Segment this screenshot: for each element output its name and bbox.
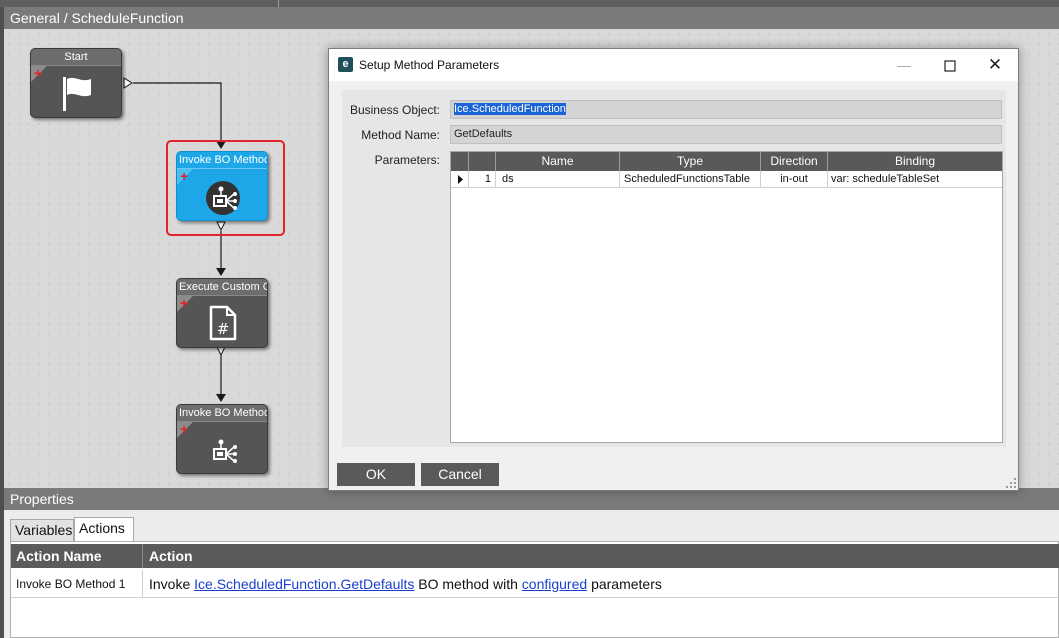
row-selector-header xyxy=(451,152,469,171)
param-binding-cell[interactable]: var: scheduleTableSet xyxy=(828,171,1002,188)
execute-custom-code-node[interactable]: Execute Custom Co + # xyxy=(176,278,268,348)
param-name-cell[interactable]: ds xyxy=(496,171,620,188)
custom-code-icon: # xyxy=(209,305,237,341)
ok-button[interactable]: OK xyxy=(337,463,415,486)
cancel-button[interactable]: Cancel xyxy=(421,463,499,486)
row-number-header xyxy=(469,152,496,171)
action-cell: Invoke Ice.ScheduledFunction.GetDefaults… xyxy=(143,570,1059,598)
row-pointer-icon[interactable] xyxy=(451,171,469,188)
dialog-body: Business Object: Ice.ScheduledFunction M… xyxy=(342,90,1006,447)
svg-text:#: # xyxy=(217,320,230,338)
node-title: Start xyxy=(31,49,121,66)
node-title: Invoke BO Method xyxy=(177,405,267,422)
business-object-field[interactable]: Ice.ScheduledFunction xyxy=(450,100,1002,119)
actions-grid-header: Action Name Action xyxy=(11,544,1059,568)
app-logo-icon: e xyxy=(338,57,353,72)
business-object-value: Ice.ScheduledFunction xyxy=(454,103,566,115)
row-number: 1 xyxy=(469,171,496,188)
parameters-grid-header: Name Type Direction Binding xyxy=(451,152,1002,171)
param-type-cell[interactable]: ScheduledFunctionsTable xyxy=(620,171,761,188)
flag-icon xyxy=(63,77,91,111)
param-direction-cell[interactable]: in-out xyxy=(761,171,828,188)
invoke-bo-method-node[interactable]: Invoke BO Method + xyxy=(176,404,268,474)
resize-grip-icon[interactable] xyxy=(1006,478,1016,488)
breadcrumb: General / ScheduleFunction xyxy=(4,7,1059,29)
method-name-label: Method Name: xyxy=(361,128,440,142)
node-title: Execute Custom Co xyxy=(177,279,267,296)
method-name-field[interactable]: GetDefaults xyxy=(450,125,1002,144)
invoke-bo-method-icon xyxy=(213,439,237,463)
dialog-titlebar[interactable]: e Setup Method Parameters — ✕ xyxy=(329,49,1018,81)
parameters-grid[interactable]: Name Type Direction Binding 1 ds Schedul… xyxy=(450,151,1003,443)
column-header-type[interactable]: Type xyxy=(620,152,761,171)
setup-method-parameters-dialog: e Setup Method Parameters — ✕ Business O… xyxy=(328,48,1019,491)
column-header-name[interactable]: Name xyxy=(496,152,620,171)
business-object-label: Business Object: xyxy=(349,103,440,117)
plus-icon[interactable]: + xyxy=(180,422,188,436)
actions-grid: Action Name Action Invoke BO Method 1 In… xyxy=(10,541,1059,638)
properties-panel: Variables Actions Action Name Action Inv… xyxy=(4,510,1059,638)
tab-actions[interactable]: Actions xyxy=(74,517,134,541)
close-icon[interactable]: ✕ xyxy=(972,49,1018,81)
column-header-action[interactable]: Action xyxy=(143,544,1059,568)
column-header-binding[interactable]: Binding xyxy=(828,152,1002,171)
dialog-title: Setup Method Parameters xyxy=(359,58,500,72)
properties-header: Properties xyxy=(4,488,1059,510)
action-mid: BO method with xyxy=(418,576,518,592)
table-row[interactable]: Invoke BO Method 1 Invoke Ice.ScheduledF… xyxy=(11,570,1059,598)
table-row[interactable]: 1 ds ScheduledFunctionsTable in-out var:… xyxy=(451,171,1002,188)
plus-icon[interactable]: + xyxy=(34,66,42,80)
action-suffix: parameters xyxy=(591,576,662,592)
strip-divider xyxy=(278,0,279,7)
action-name-cell: Invoke BO Method 1 xyxy=(11,570,143,598)
start-node[interactable]: Start + xyxy=(30,48,122,118)
column-header-direction[interactable]: Direction xyxy=(761,152,828,171)
plus-icon[interactable]: + xyxy=(180,296,188,310)
tab-variables[interactable]: Variables xyxy=(10,519,74,541)
minimize-icon[interactable]: — xyxy=(881,49,927,81)
maximize-icon[interactable] xyxy=(927,49,973,81)
method-link[interactable]: Ice.ScheduledFunction.GetDefaults xyxy=(194,576,414,592)
column-header-action-name[interactable]: Action Name xyxy=(11,544,143,568)
action-prefix: Invoke xyxy=(149,576,191,592)
parameters-label: Parameters: xyxy=(374,153,440,167)
top-strip xyxy=(0,0,1059,7)
configured-link[interactable]: configured xyxy=(522,576,587,592)
selection-ring xyxy=(166,140,285,236)
